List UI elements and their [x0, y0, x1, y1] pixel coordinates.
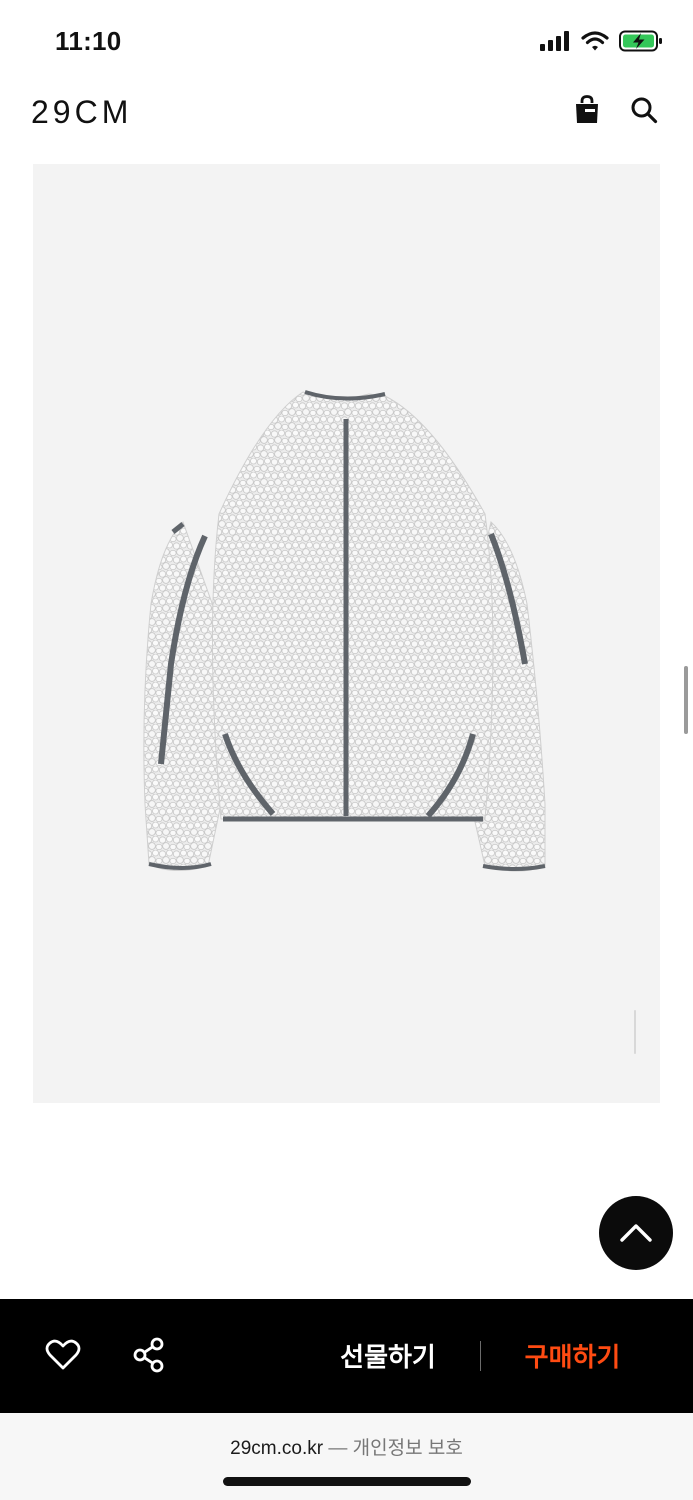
- gift-button[interactable]: 선물하기: [318, 1337, 458, 1377]
- wifi-icon: [581, 30, 609, 52]
- cellular-signal-icon: [539, 30, 571, 52]
- search-icon[interactable]: [628, 94, 660, 126]
- status-time: 11:10: [55, 26, 122, 56]
- logo[interactable]: 29CM: [31, 94, 132, 131]
- url-separator: —: [328, 1438, 348, 1459]
- share-icon[interactable]: [131, 1337, 167, 1373]
- product-image[interactable]: [33, 164, 660, 1103]
- buy-button[interactable]: 구매하기: [500, 1337, 645, 1377]
- browser-address-bar[interactable]: 29cm.co.kr — 개인정보 보호: [0, 1413, 693, 1500]
- fleece-jacket-image: [143, 390, 546, 872]
- divider: [480, 1341, 481, 1371]
- url-line[interactable]: 29cm.co.kr — 개인정보 보호: [0, 1433, 693, 1460]
- url-domain: 29cm.co.kr: [230, 1438, 324, 1459]
- image-edge-mark: [634, 1010, 636, 1054]
- status-bar: 11:10: [0, 0, 693, 84]
- purchase-action-bar: 선물하기 구매하기: [0, 1299, 693, 1413]
- home-indicator[interactable]: [223, 1477, 471, 1486]
- scroll-to-top-button[interactable]: [599, 1196, 673, 1270]
- shopping-bag-icon[interactable]: [571, 94, 603, 126]
- privacy-label: 개인정보 보호: [352, 1438, 463, 1459]
- battery-charging-icon: [619, 30, 663, 52]
- status-icons: [539, 30, 663, 52]
- page-scrollbar[interactable]: [684, 666, 688, 734]
- heart-icon[interactable]: [45, 1337, 81, 1373]
- chevron-up-icon: [620, 1224, 652, 1242]
- app-header: 29CM: [0, 84, 693, 146]
